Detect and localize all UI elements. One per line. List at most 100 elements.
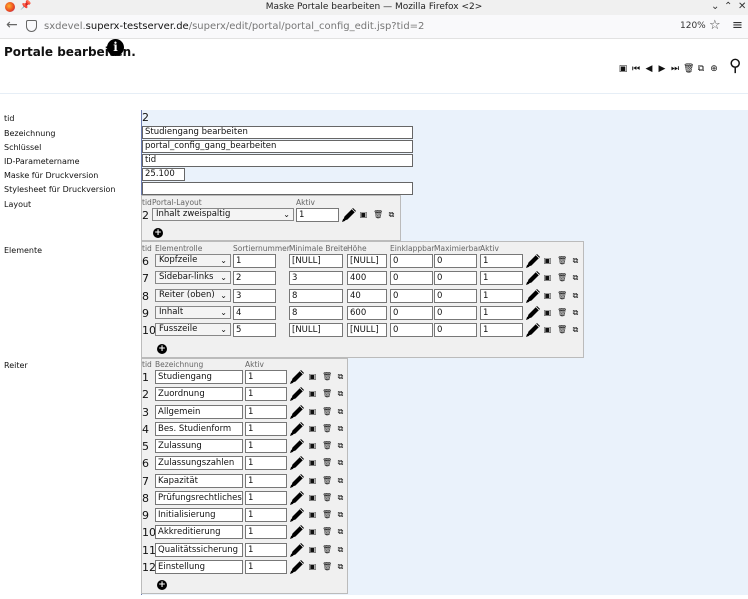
reiter-bezeichnung-input[interactable]: Zuordnung (155, 387, 243, 402)
zoom-level[interactable]: 120% (680, 21, 706, 31)
elemente-aktiv-input[interactable]: 1 (480, 288, 523, 303)
edit-pencil-icon[interactable] (524, 304, 542, 322)
maske-field[interactable]: 25.100 (142, 168, 185, 181)
reiter-delete-icon[interactable]: 🗑 (322, 458, 332, 468)
reiter-delete-icon[interactable]: 🗑 (322, 424, 332, 434)
elemente-save-icon[interactable]: ▣ (543, 273, 552, 283)
reiter-bezeichnung-input[interactable]: Einstellung (155, 559, 243, 574)
layout-delete-icon[interactable]: 🗑 (373, 210, 383, 220)
elementrolle-select[interactable]: Fusszeile ⌄ (155, 323, 231, 337)
reiter-bezeichnung-input[interactable]: Prüfungsrechtliches (155, 490, 243, 505)
next-icon[interactable]: ▶ (657, 64, 667, 75)
elemente-aktiv-input[interactable]: 1 (480, 323, 523, 338)
schluessel-field[interactable]: portal_config_gang_bearbeiten (142, 140, 413, 153)
layout-save-icon[interactable]: ▣ (359, 210, 368, 220)
maximierbar-input[interactable]: 0 (434, 305, 477, 320)
sortiernummer-input[interactable]: 1 (233, 254, 276, 268)
hamburger-menu-icon[interactable]: ≡ (732, 18, 743, 33)
minbreite-input[interactable]: [NULL] (289, 323, 343, 338)
maximierbar-input[interactable]: 0 (434, 323, 477, 338)
reiter-aktiv-input[interactable]: 1 (245, 508, 287, 522)
reiter-bezeichnung-input[interactable]: Bes. Studienform (155, 421, 243, 436)
reiter-aktiv-input[interactable]: 1 (245, 421, 287, 436)
reiter-copy-icon[interactable]: ⧉ (336, 458, 345, 468)
edit-pencil-icon[interactable] (288, 403, 306, 421)
layout-aktiv-input[interactable]: 1 (296, 208, 339, 222)
hoehe-input[interactable]: [NULL] (347, 254, 387, 268)
copy-icon[interactable]: ⧉ (696, 64, 706, 75)
reiter-copy-icon[interactable]: ⧉ (336, 407, 345, 417)
hoehe-input[interactable]: 40 (347, 288, 387, 303)
reiter-save-icon[interactable]: ▣ (308, 527, 317, 537)
site-info-icon[interactable] (26, 20, 37, 32)
reiter-bezeichnung-input[interactable]: Zulassung (155, 439, 243, 453)
edit-pencil-icon[interactable] (288, 437, 306, 455)
elemente-delete-icon[interactable]: 🗑 (557, 291, 567, 301)
reiter-save-icon[interactable]: ▣ (308, 458, 317, 468)
window-expand-icon[interactable]: ⌃ (724, 1, 732, 12)
reiter-aktiv-input[interactable]: 1 (245, 525, 287, 540)
reiter-save-icon[interactable]: ▣ (308, 424, 317, 434)
reiter-delete-icon[interactable]: 🗑 (322, 510, 332, 520)
reiter-save-icon[interactable]: ▣ (308, 545, 317, 555)
einklappbar-input[interactable]: 0 (390, 254, 433, 268)
elemente-delete-icon[interactable]: 🗑 (557, 273, 567, 283)
reiter-copy-icon[interactable]: ⧉ (336, 424, 345, 434)
reiter-delete-icon[interactable]: 🗑 (322, 476, 332, 486)
sortiernummer-input[interactable]: 2 (233, 271, 276, 286)
reiter-aktiv-input[interactable]: 1 (245, 559, 287, 574)
first-icon[interactable]: ⏮ (631, 64, 641, 75)
reiter-aktiv-input[interactable]: 1 (245, 370, 287, 384)
save-icon[interactable]: ▣ (618, 64, 628, 75)
elemente-delete-icon[interactable]: 🗑 (557, 308, 567, 318)
edit-pencil-icon[interactable] (524, 252, 542, 270)
reiter-save-icon[interactable]: ▣ (308, 562, 317, 572)
elemente-copy-icon[interactable]: ⧉ (571, 273, 580, 283)
sortiernummer-input[interactable]: 5 (233, 323, 276, 338)
edit-pencil-icon[interactable] (340, 206, 358, 224)
add-reiter-icon[interactable]: + (157, 580, 167, 590)
elemente-save-icon[interactable]: ▣ (543, 308, 552, 318)
reiter-bezeichnung-input[interactable]: Initialisierung (155, 508, 243, 522)
reiter-aktiv-input[interactable]: 1 (245, 542, 287, 557)
back-arrow-icon[interactable]: ← (6, 17, 18, 33)
reiter-copy-icon[interactable]: ⧉ (336, 389, 345, 399)
add-icon[interactable]: ⊕ (709, 64, 719, 75)
einklappbar-input[interactable]: 0 (390, 271, 433, 286)
reiter-aktiv-input[interactable]: 1 (245, 439, 287, 453)
minbreite-input[interactable]: 8 (289, 305, 343, 320)
window-collapse-icon[interactable]: ⌄ (711, 1, 719, 12)
bezeichnung-field[interactable]: Studiengang bearbeiten (142, 126, 413, 139)
reiter-save-icon[interactable]: ▣ (308, 407, 317, 417)
sortiernummer-input[interactable]: 4 (233, 305, 276, 320)
reiter-aktiv-input[interactable]: 1 (245, 404, 287, 419)
hoehe-input[interactable]: 600 (347, 305, 387, 320)
edit-pencil-icon[interactable] (288, 541, 306, 559)
layout-copy-icon[interactable]: ⧉ (387, 210, 396, 220)
edit-pencil-icon[interactable] (288, 472, 306, 490)
minbreite-input[interactable]: [NULL] (289, 254, 343, 268)
reiter-delete-icon[interactable]: 🗑 (322, 372, 332, 382)
reiter-aktiv-input[interactable]: 1 (245, 387, 287, 402)
reiter-aktiv-input[interactable]: 1 (245, 473, 287, 488)
elemente-copy-icon[interactable]: ⧉ (571, 325, 580, 335)
einklappbar-input[interactable]: 0 (390, 323, 433, 338)
bookmark-star-icon[interactable]: ☆ (709, 18, 721, 33)
idparam-field[interactable]: tid (142, 154, 413, 167)
elemente-copy-icon[interactable]: ⧉ (571, 308, 580, 318)
reiter-copy-icon[interactable]: ⧉ (336, 493, 345, 503)
reiter-bezeichnung-input[interactable]: Qualitätssicherung (155, 542, 243, 557)
elementrolle-select[interactable]: Inhalt ⌄ (155, 305, 231, 319)
elemente-aktiv-input[interactable]: 1 (480, 305, 523, 320)
reiter-save-icon[interactable]: ▣ (308, 493, 317, 503)
edit-pencil-icon[interactable] (524, 321, 542, 339)
reiter-delete-icon[interactable]: 🗑 (322, 545, 332, 555)
einklappbar-input[interactable]: 0 (390, 288, 433, 303)
reiter-delete-icon[interactable]: 🗑 (322, 562, 332, 572)
reiter-copy-icon[interactable]: ⧉ (336, 372, 345, 382)
url-field[interactable]: sxdevel.superx-testserver.de/superx/edit… (44, 21, 424, 32)
stylesheet-field[interactable] (142, 182, 413, 195)
elemente-aktiv-input[interactable]: 1 (480, 271, 523, 286)
add-element-icon[interactable]: + (157, 344, 167, 354)
reiter-copy-icon[interactable]: ⧉ (336, 545, 345, 555)
